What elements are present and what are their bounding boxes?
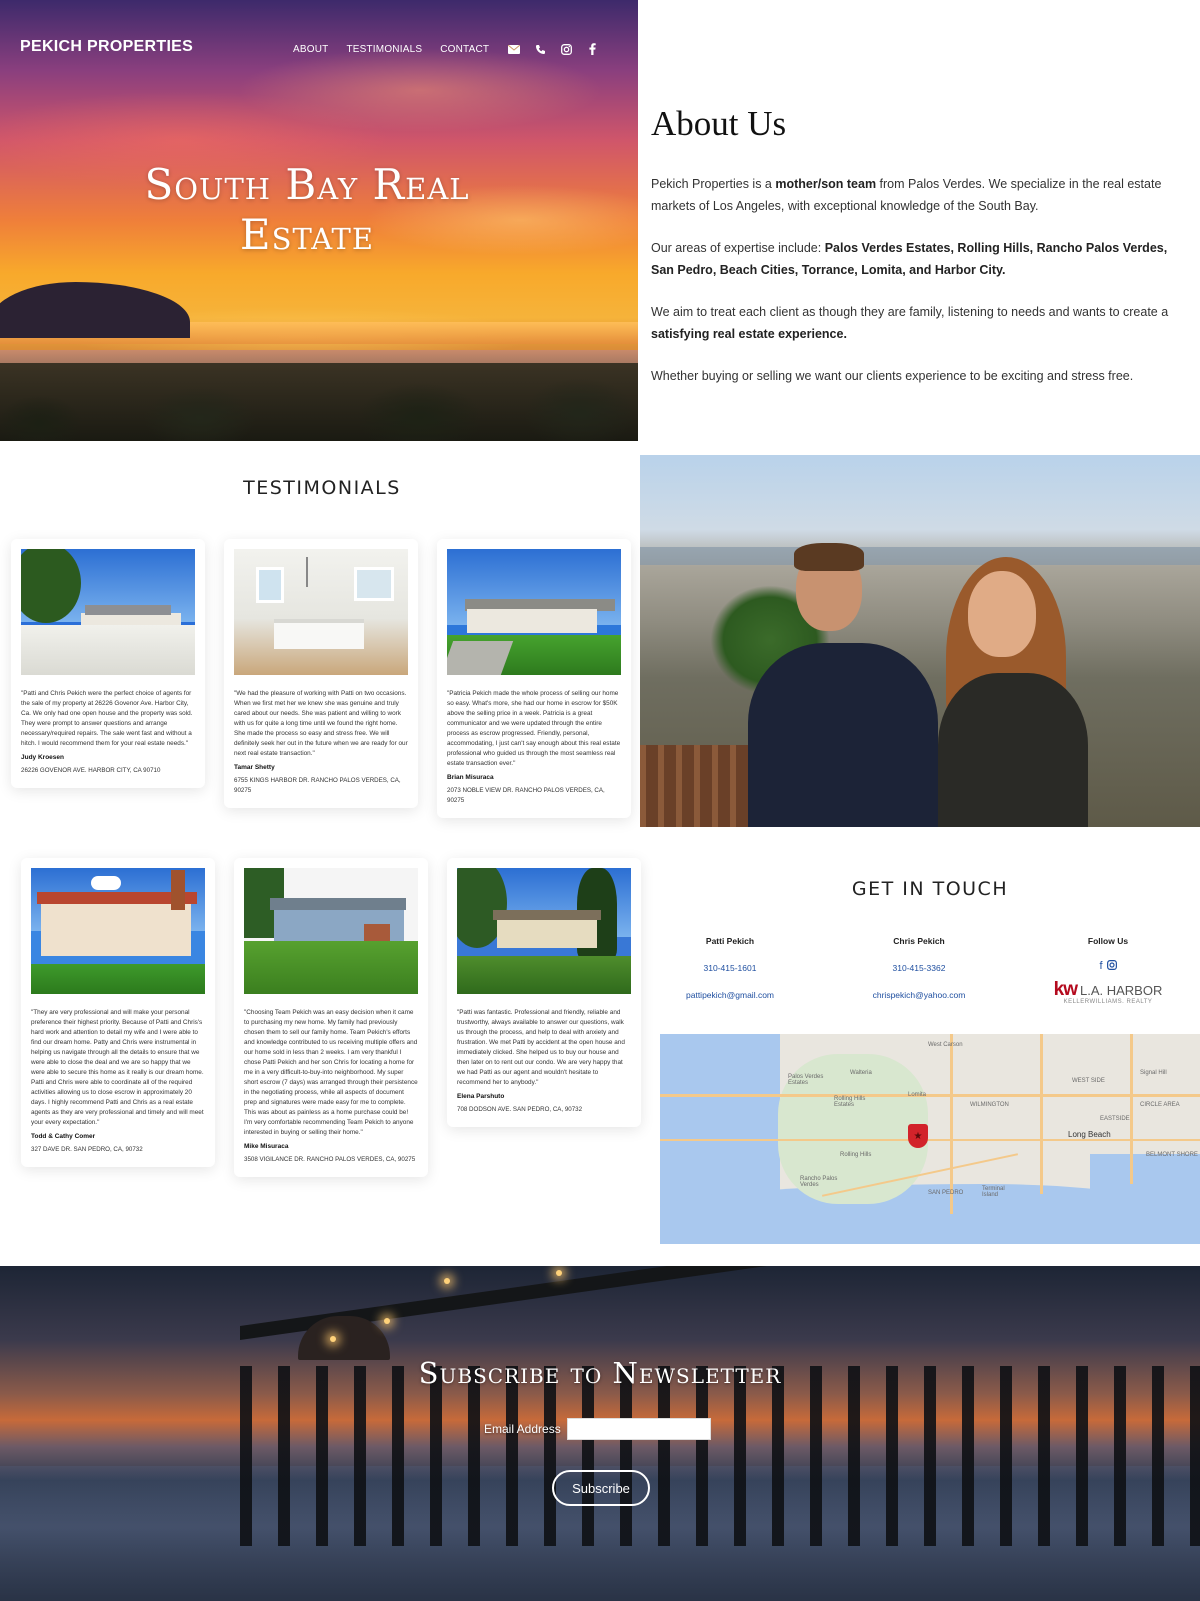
testimonial-card: "Patricia Pekich made the whole process …: [437, 539, 631, 818]
about-paragraph-4: Whether buying or selling we want our cl…: [651, 369, 1134, 383]
testimonial-quote: "Choosing Team Pekich was an easy decisi…: [244, 1009, 418, 1136]
testimonial-address: 3508 VIGILANCE DR. RANCHO PALOS VERDES, …: [244, 1156, 416, 1163]
about-paragraph-3: We aim to treat each client as though th…: [651, 305, 1169, 341]
testimonial-author: Judy Kroesen: [21, 754, 64, 761]
phone-link[interactable]: 310-415-3362: [839, 963, 999, 973]
newsletter-form: Email Address: [484, 1418, 711, 1440]
phone-icon[interactable]: [533, 42, 547, 56]
facebook-icon[interactable]: f: [1099, 960, 1102, 973]
testimonial-address: 327 DAVE DR. SAN PEDRO, CA, 90732: [31, 1146, 143, 1153]
envelope-icon[interactable]: [507, 42, 521, 56]
location-map[interactable]: West Carson Walteria Palos Verdes Estate…: [660, 1034, 1200, 1244]
contact-patti: Patti Pekich 310-415-1601 pattipekich@gm…: [650, 936, 810, 1000]
phone-link[interactable]: 310-415-1601: [650, 963, 810, 973]
kw-logo[interactable]: kw L.A. HARBOR: [1028, 979, 1188, 1001]
email-label: Email Address: [484, 1422, 561, 1436]
follow-label: Follow Us: [1087, 936, 1129, 946]
contact-chris: Chris Pekich 310-415-3362 chrispekich@ya…: [839, 936, 999, 1000]
email-link[interactable]: pattipekich@gmail.com: [650, 990, 810, 1000]
testimonial-address: 2073 NOBLE VIEW DR. RANCHO PALOS VERDES,…: [447, 787, 605, 804]
nav-testimonials[interactable]: TESTIMONIALS: [346, 44, 422, 55]
testimonial-quote: "Patti and Chris Pekich were the perfect…: [21, 690, 193, 747]
map-pin-icon[interactable]: ★: [908, 1124, 928, 1148]
nav-about[interactable]: ABOUT: [293, 44, 328, 55]
instagram-icon[interactable]: [1106, 960, 1117, 973]
testimonials-title: TESTIMONIALS: [243, 477, 401, 499]
testimonial-author: Todd & Cathy Comer: [31, 1133, 96, 1140]
testimonial-card: "We had the pleasure of working with Pat…: [224, 539, 418, 808]
brand-logo[interactable]: PEKICH PROPERTIES: [20, 38, 193, 56]
testimonial-address: 26226 GOVENOR AVE. HARBOR CITY, CA 90710: [21, 767, 161, 774]
instagram-icon[interactable]: [559, 42, 573, 56]
testimonial-author: Elena Parshuto: [457, 1093, 505, 1100]
testimonial-quote: "Patti was fantastic. Professional and f…: [457, 1009, 625, 1086]
testimonial-quote: "They are very professional and will mak…: [31, 1009, 204, 1126]
about-title: About Us: [651, 104, 787, 143]
house-photo: [457, 868, 631, 994]
hero-banner: PEKICH PROPERTIES ABOUT TESTIMONIALS CON…: [0, 0, 638, 441]
kitchen-photo: [234, 549, 408, 675]
follow-us: Follow Us f kw L.A. HARBOR KELLERWILLIAMS…: [1028, 936, 1188, 1005]
house-photo: [31, 868, 205, 994]
testimonial-card: "Choosing Team Pekich was an easy decisi…: [234, 858, 428, 1177]
nav-contact[interactable]: CONTACT: [440, 44, 489, 55]
testimonial-card: "They are very professional and will mak…: [21, 858, 215, 1167]
testimonial-quote: "We had the pleasure of working with Pat…: [234, 690, 408, 757]
testimonial-address: 708 DODSON AVE. SAN PEDRO, CA, 90732: [457, 1106, 583, 1113]
testimonial-card: "Patti was fantastic. Professional and f…: [447, 858, 641, 1127]
email-link[interactable]: chrispekich@yahoo.com: [839, 990, 999, 1000]
house-photo: [244, 868, 418, 994]
testimonial-author: Brian Misuraca: [447, 774, 494, 781]
testimonial-card: "Patti and Chris Pekich were the perfect…: [11, 539, 205, 788]
house-photo: [21, 549, 195, 675]
contact-title: GET IN TOUCH: [851, 878, 1009, 900]
testimonial-address: 6755 KINGS HARBOR DR. RANCHO PALOS VERDE…: [234, 777, 401, 794]
about-section: About Us Pekich Properties is a mother/s…: [651, 104, 1191, 409]
newsletter-section: Subscribe to Newsletter Email Address Su…: [0, 1266, 1200, 1601]
testimonial-author: Mike Misuraca: [244, 1143, 289, 1150]
facebook-icon[interactable]: [585, 42, 599, 56]
about-paragraph-2: Our areas of expertise include: Palos Ve…: [651, 241, 1168, 277]
about-paragraph-1: Pekich Properties is a mother/son team f…: [651, 177, 1162, 213]
subscribe-button[interactable]: Subscribe: [552, 1470, 650, 1506]
main-nav: ABOUT TESTIMONIALS CONTACT: [293, 42, 611, 56]
house-photo: [447, 549, 621, 675]
team-photo: [640, 455, 1200, 827]
hero-title: South Bay Real Estate: [144, 160, 470, 259]
testimonial-quote: "Patricia Pekich made the whole process …: [447, 690, 621, 767]
contact-name: Chris Pekich: [893, 936, 945, 946]
email-input[interactable]: [566, 1418, 711, 1440]
newsletter-title: Subscribe to Newsletter: [418, 1356, 782, 1390]
contact-name: Patti Pekich: [705, 936, 755, 946]
testimonial-author: Tamar Shetty: [234, 764, 275, 771]
